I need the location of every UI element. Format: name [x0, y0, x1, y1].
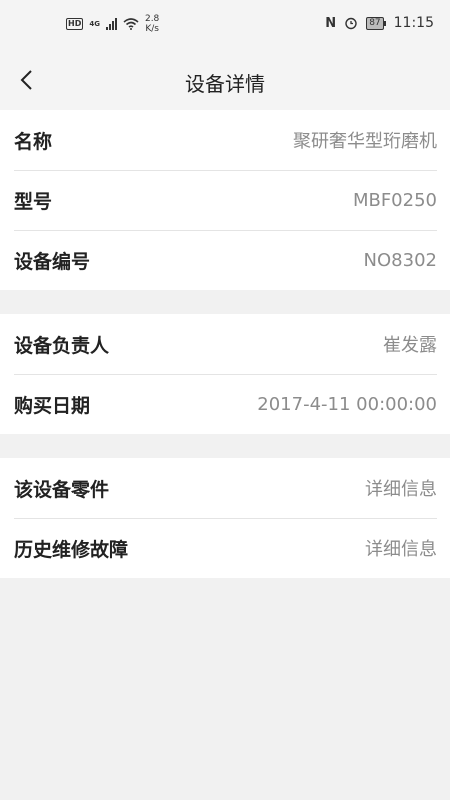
ownership-group: 设备负责人 崔发露 购买日期 2017-4-11 00:00:00: [0, 314, 450, 434]
row-device-parts[interactable]: 该设备零件 详细信息: [0, 458, 450, 518]
speed-value: 2.8: [144, 14, 160, 24]
row-value: 崔发露: [383, 335, 437, 356]
details-link[interactable]: 详细信息: [365, 475, 437, 501]
battery-level: 87: [366, 16, 384, 30]
status-bar: HD 4G 2.8 K/s N 87 11:15: [0, 0, 450, 50]
battery-icon: 87: [366, 16, 386, 30]
row-label: 历史维修故障: [14, 538, 129, 561]
row-value: 聚研奢华型珩磨机: [293, 131, 437, 152]
header: 设备详情: [0, 50, 450, 110]
network-speed: 2.8 K/s: [145, 14, 159, 34]
row-value: NO8302: [363, 249, 437, 271]
basic-info-group: 名称 聚研奢华型珩磨机 型号 MBF0250 设备编号 NO8302: [0, 110, 450, 290]
details-group: 该设备零件 详细信息 历史维修故障 详细信息: [0, 458, 450, 578]
network-type: 4G: [89, 20, 100, 28]
details-link[interactable]: 详细信息: [365, 535, 437, 561]
wifi-icon: [123, 18, 139, 30]
row-label: 设备负责人: [14, 334, 110, 357]
row-label: 名称: [14, 130, 53, 153]
row-device-number: 设备编号 NO8302: [0, 230, 450, 290]
row-model: 型号 MBF0250: [0, 170, 450, 230]
signal-icon: [105, 18, 117, 30]
alarm-icon: [345, 17, 357, 30]
row-purchase-date: 购买日期 2017-4-11 00:00:00: [0, 374, 450, 434]
row-value: MBF0250: [352, 189, 437, 211]
row-label: 该设备零件: [14, 478, 110, 501]
row-repair-history[interactable]: 历史维修故障 详细信息: [0, 518, 450, 578]
row-label: 型号: [14, 190, 53, 213]
row-label: 设备编号: [14, 250, 91, 273]
nfc-icon: N: [325, 15, 337, 31]
speed-unit: K/s: [145, 24, 159, 34]
clock: 11:15: [393, 15, 434, 31]
hd-icon: HD: [66, 18, 84, 30]
status-right: N 87 11:15: [325, 15, 434, 31]
row-value: 2017-4-11 00:00:00: [257, 393, 437, 415]
row-label: 购买日期: [14, 394, 91, 417]
status-left: HD 4G 2.8 K/s: [66, 14, 159, 34]
row-name: 名称 聚研奢华型珩磨机: [0, 110, 450, 170]
page-title: 设备详情: [185, 72, 265, 96]
row-owner: 设备负责人 崔发露: [0, 314, 450, 374]
